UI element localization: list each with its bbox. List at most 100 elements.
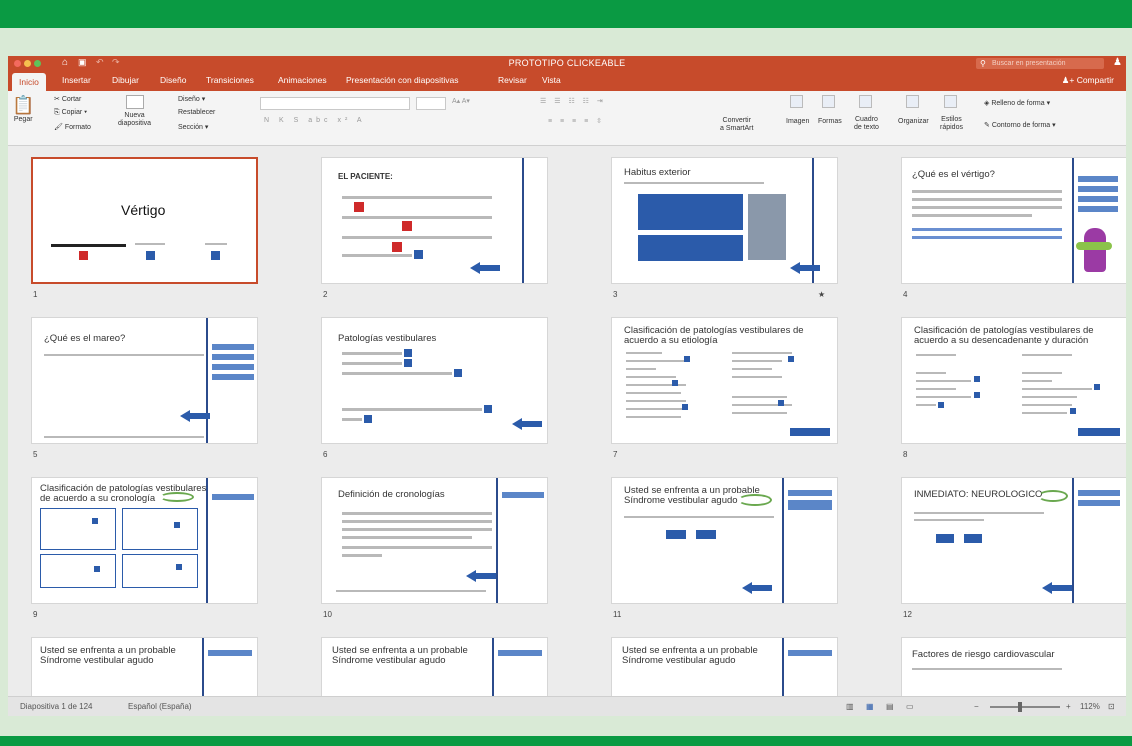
tab-animaciones[interactable]: Animaciones: [278, 75, 327, 85]
format-painter-button[interactable]: 🖌 Formato: [54, 123, 91, 131]
convert-smartart-button[interactable]: Convertir a SmartArt: [720, 117, 753, 133]
slide-thumbnail-1[interactable]: Vértigo: [31, 157, 258, 284]
slide-text-line: [342, 512, 492, 515]
quick-styles-button[interactable]: Estilos rápidos: [940, 95, 963, 132]
slide-thumbnail-7[interactable]: Clasificación de patologías vestibulares…: [611, 317, 838, 444]
slide-caption: [135, 243, 165, 245]
side-menu-box: [212, 364, 254, 370]
slide-sorter-view-icon[interactable]: ▦: [866, 702, 874, 711]
zoom-in-button[interactable]: +: [1066, 702, 1071, 711]
slide-divider: [206, 478, 208, 603]
font-style-buttons[interactable]: N K S abc x² A: [264, 117, 366, 124]
shape-fill-button[interactable]: ◈ Relleno de forma ▾: [984, 99, 1050, 107]
shapes-button[interactable]: Formas: [818, 95, 842, 125]
paragraph-buttons[interactable]: ☰ ☰ ☷ ☷ ⇥: [540, 97, 606, 105]
copy-button[interactable]: ⎘ Copiar ▾: [54, 109, 87, 117]
powerpoint-window: ⌂ ▣ ↶ ↷ PROTOTIPO CLICKEABLE ⚲ Buscar en…: [8, 56, 1126, 716]
zoom-out-button[interactable]: −: [974, 702, 979, 711]
table-block: [40, 554, 116, 588]
tab-inicio[interactable]: Inicio: [12, 73, 46, 91]
font-size-select[interactable]: [416, 97, 446, 110]
copy-icon: ⎘: [54, 109, 60, 116]
slide-divider: [782, 478, 784, 603]
slide-title: Usted se enfrenta a un probable Síndrome…: [332, 645, 468, 666]
slide-text-line: [342, 362, 402, 365]
user-icon[interactable]: ♟: [1113, 57, 1122, 68]
image-button[interactable]: Imagen: [786, 95, 809, 125]
slide-thumbnail-6[interactable]: Patologías vestibulares: [321, 317, 548, 444]
slide-thumbnail-2[interactable]: EL PACIENTE:: [321, 157, 548, 284]
window-title: PROTOTIPO CLICKEABLE: [508, 58, 626, 68]
slide-thumbnail-5[interactable]: ¿Qué es el mareo?: [31, 317, 258, 444]
slide-text-line: [912, 214, 1032, 217]
zoom-slider-thumb[interactable]: [1018, 702, 1022, 712]
slide-divider: [522, 158, 524, 283]
tab-insertar[interactable]: Insertar: [62, 75, 91, 85]
normal-view-icon[interactable]: ▥: [846, 702, 854, 711]
transition-star-icon: ★: [818, 290, 826, 299]
cut-label: Cortar: [61, 96, 82, 103]
slide-text-line: [626, 376, 676, 378]
language-indicator[interactable]: Español (España): [128, 702, 192, 711]
styles-label-2: rápidos: [940, 124, 963, 131]
cut-button[interactable]: ✂ Cortar: [54, 95, 81, 103]
zoom-level[interactable]: 112%: [1080, 702, 1100, 711]
slide-number: 12: [903, 610, 912, 619]
new-slide-icon: [125, 95, 144, 109]
red-marker: [402, 221, 412, 231]
slide-text-line: [732, 412, 787, 414]
arrange-label: Organizar: [898, 118, 929, 125]
tab-transiciones[interactable]: Transiciones: [206, 75, 254, 85]
slideshow-view-icon[interactable]: ▭: [906, 702, 914, 711]
tab-presentacion[interactable]: Presentación con diapositivas: [346, 75, 458, 85]
slide-thumbnail-3[interactable]: Habitus exterior: [611, 157, 838, 284]
textbox-button[interactable]: Cuadro de texto: [854, 95, 879, 132]
slide-number: 9: [33, 610, 38, 619]
blue-marker: [211, 251, 220, 260]
slide-text-line: [342, 254, 412, 257]
fit-to-window-icon[interactable]: ⊡: [1108, 702, 1115, 711]
shape-outline-button[interactable]: ✎ Contorno de forma ▾: [984, 121, 1056, 129]
top-green-band: [0, 0, 1132, 28]
slide-divider: [496, 478, 498, 603]
slide-thumbnail-12[interactable]: INMEDIATO: NEUROLOGICO: [901, 477, 1126, 604]
section-button[interactable]: Sección ▾: [178, 123, 208, 131]
tab-vista[interactable]: Vista: [542, 75, 561, 85]
slide-text-line: [626, 416, 681, 418]
zoom-slider-track[interactable]: [990, 706, 1060, 708]
red-marker: [392, 242, 402, 252]
search-input[interactable]: ⚲ Buscar en presentación: [976, 58, 1104, 69]
layout-label: Diseño: [178, 96, 200, 103]
reset-button[interactable]: Restablecer: [178, 109, 215, 116]
tab-diseno[interactable]: Diseño: [160, 75, 186, 85]
side-menu-box: [1078, 186, 1118, 192]
paste-button[interactable]: 📋 Pegar: [12, 95, 34, 123]
font-family-select[interactable]: [260, 97, 410, 110]
blue-marker: [778, 400, 784, 406]
align-buttons[interactable]: ≡ ≡ ≡ ≡ ⇳: [548, 117, 605, 125]
font-grow-buttons[interactable]: A▴ A▾: [452, 97, 470, 105]
slide-number: 6: [323, 450, 328, 459]
slide-thumbnail-11[interactable]: Usted se enfrenta a un probable Síndrome…: [611, 477, 838, 604]
side-menu-box: [788, 500, 832, 510]
slide-number: 10: [323, 610, 332, 619]
back-arrow-icon: [512, 418, 542, 430]
slide-text-line: [732, 352, 792, 354]
arrange-button[interactable]: Organizar: [898, 95, 929, 125]
textbox-icon: [858, 95, 872, 108]
slide-thumbnail-4[interactable]: ¿Qué es el vértigo?: [901, 157, 1126, 284]
side-menu-box: [502, 492, 544, 498]
back-arrow-icon: [790, 262, 820, 274]
reading-view-icon[interactable]: ▤: [886, 702, 894, 711]
new-slide-button[interactable]: Nueva diapositiva: [118, 95, 151, 128]
tab-revisar[interactable]: Revisar: [498, 75, 527, 85]
slide-text-line: [342, 352, 402, 355]
tab-dibujar[interactable]: Dibujar: [112, 75, 139, 85]
slide-thumbnail-9[interactable]: Clasificación de patologías vestibulares…: [31, 477, 258, 604]
slide-number: 1: [33, 290, 38, 299]
share-button[interactable]: ♟+ Compartir: [1062, 75, 1114, 86]
blue-marker: [484, 405, 492, 413]
slide-thumbnail-10[interactable]: Definición de cronologías: [321, 477, 548, 604]
slide-thumbnail-8[interactable]: Clasificación de patologías vestibulares…: [901, 317, 1126, 444]
layout-button[interactable]: Diseño ▾: [178, 95, 205, 103]
